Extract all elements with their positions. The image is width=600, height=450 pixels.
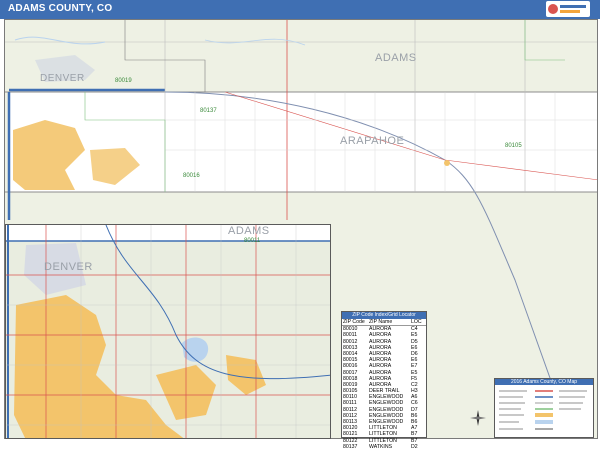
inset-map-canvas xyxy=(6,225,330,438)
zip-code-index-table: ZIP Code Index/Grid Locator ZIP Code ZIP… xyxy=(341,311,427,450)
county-label-arapahoe: ARAPAHOE xyxy=(340,135,405,147)
inset-zip-label: 80011 xyxy=(244,238,261,244)
county-label-denver: DENVER xyxy=(40,73,85,84)
compass-rose-icon xyxy=(470,410,486,426)
map-legend: 2016 Adams County, CO Map xyxy=(494,378,594,438)
grid-loc-cell: D2 xyxy=(411,443,418,450)
zip-label: 80019 xyxy=(115,78,132,84)
column-header: ZIP Code xyxy=(343,319,365,325)
zip-label: 80016 xyxy=(183,173,200,179)
zip-table-body: 80010 AURORA C4 80011 AURORA E5 80012 AURORA D5 8… xyxy=(342,326,426,450)
zip-name-cell: WATKINS xyxy=(369,443,393,450)
publisher-logo xyxy=(546,1,590,17)
inset-county-label-denver: DENVER xyxy=(44,261,93,273)
zip-label: 80105 xyxy=(505,143,522,149)
column-header: ZIP Name xyxy=(369,319,393,325)
zip-table-row: 80137 WATKINS D2 xyxy=(342,444,426,450)
column-header: LOC xyxy=(411,319,422,325)
inset-map[interactable]: DENVER ADAMS 80011 xyxy=(5,224,331,439)
zip-table-title: ZIP Code Index/Grid Locator xyxy=(342,312,426,319)
zip-code-cell: 80137 xyxy=(343,443,358,450)
county-label-adams: ADAMS xyxy=(375,52,417,64)
zip-label: 80137 xyxy=(200,108,217,114)
title-bar: ADAMS COUNTY, CO xyxy=(0,0,600,19)
map-title: ADAMS COUNTY, CO xyxy=(8,3,113,14)
zip-table-header: ZIP Code ZIP Name LOC xyxy=(342,319,426,327)
inset-county-label-adams: ADAMS xyxy=(228,225,270,237)
legend-symbols xyxy=(499,390,587,430)
